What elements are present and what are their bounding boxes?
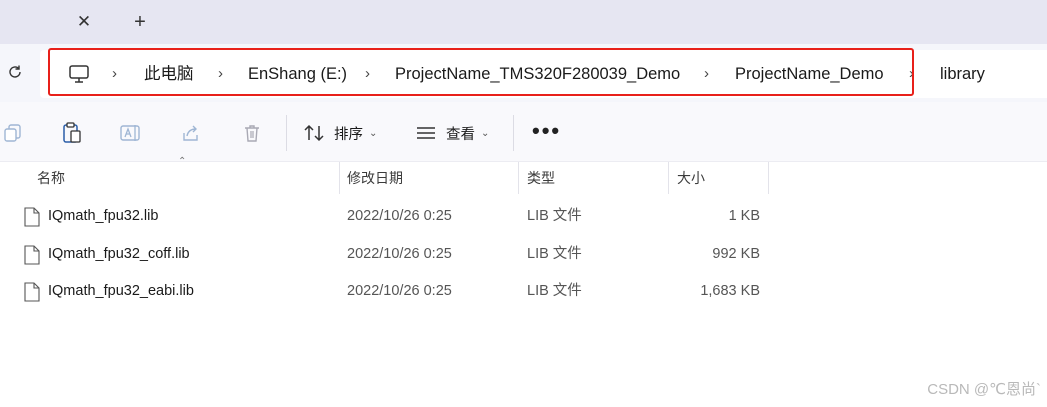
file-date: 2022/10/26 0:25 — [347, 283, 452, 299]
column-divider[interactable] — [768, 162, 769, 194]
file-row[interactable]: IQmath_fpu32_eabi.lib 2022/10/26 0:25 LI… — [0, 273, 780, 310]
column-header-name[interactable]: 名称 — [37, 162, 65, 194]
column-divider[interactable] — [668, 162, 669, 194]
file-icon — [24, 282, 40, 302]
copy-icon[interactable] — [2, 122, 24, 144]
file-size: 992 KB — [712, 246, 760, 262]
command-toolbar: 排序 ⌄ 查看 ⌄ ••• — [0, 102, 1047, 162]
column-divider[interactable] — [518, 162, 519, 194]
close-tab-button[interactable]: ✕ — [70, 10, 98, 34]
paste-icon[interactable] — [61, 122, 83, 144]
view-button[interactable]: 查看 ⌄ — [416, 120, 489, 146]
sort-icon — [304, 124, 326, 142]
file-size: 1 KB — [728, 208, 760, 224]
chevron-down-icon: ⌄ — [481, 127, 490, 139]
file-name: IQmath_fpu32_eabi.lib — [48, 283, 194, 299]
file-name: IQmath_fpu32.lib — [48, 208, 159, 224]
column-header-size[interactable]: 大小 — [677, 162, 705, 194]
file-type: LIB 文件 — [527, 208, 582, 224]
breadcrumb-separator[interactable]: › — [909, 63, 914, 85]
file-type: LIB 文件 — [527, 283, 582, 299]
sort-label: 排序 — [334, 126, 363, 143]
toolbar-divider — [286, 115, 287, 151]
breadcrumb-separator[interactable]: › — [112, 63, 117, 85]
tab-strip: ✕ + — [0, 0, 1047, 44]
chevron-down-icon: ⌄ — [369, 127, 378, 139]
breadcrumb-demo-folder[interactable]: ProjectName_Demo — [735, 63, 884, 85]
sort-button[interactable]: 排序 ⌄ — [304, 120, 377, 146]
file-row[interactable]: IQmath_fpu32.lib 2022/10/26 0:25 LIB 文件 … — [0, 198, 780, 235]
breadcrumb-separator[interactable]: › — [704, 63, 709, 85]
view-list-icon — [416, 126, 436, 140]
toolbar-divider — [513, 115, 514, 151]
share-icon[interactable] — [180, 122, 202, 144]
breadcrumb-library[interactable]: library — [940, 63, 985, 85]
breadcrumb-project-folder[interactable]: ProjectName_TMS320F280039_Demo — [395, 63, 680, 85]
delete-icon[interactable] — [241, 122, 263, 144]
file-type: LIB 文件 — [527, 246, 582, 262]
file-size: 1,683 KB — [700, 283, 760, 299]
breadcrumb-drive-e[interactable]: EnShang (E:) — [248, 63, 347, 85]
more-options-button[interactable]: ••• — [532, 119, 561, 143]
this-pc-icon[interactable] — [68, 65, 90, 83]
navigation-bar: › 此电脑 › EnShang (E:) › ProjectName_TMS32… — [0, 44, 1047, 102]
breadcrumb-separator[interactable]: › — [218, 63, 223, 85]
address-bar[interactable]: › 此电脑 › EnShang (E:) › ProjectName_TMS32… — [40, 50, 1047, 98]
file-date: 2022/10/26 0:25 — [347, 208, 452, 224]
file-icon — [24, 207, 40, 227]
watermark: CSDN @℃恩尚` — [927, 381, 1041, 398]
sort-ascending-icon: ⌃ — [178, 156, 187, 167]
file-row[interactable]: IQmath_fpu32_coff.lib 2022/10/26 0:25 LI… — [0, 236, 780, 273]
rename-icon[interactable] — [120, 122, 142, 144]
column-divider[interactable] — [339, 162, 340, 194]
column-header-type[interactable]: 类型 — [527, 162, 555, 194]
column-header-date[interactable]: 修改日期 — [347, 162, 403, 194]
file-date: 2022/10/26 0:25 — [347, 246, 452, 262]
view-label: 查看 — [446, 126, 475, 143]
new-tab-button[interactable]: + — [126, 10, 154, 34]
file-icon — [24, 245, 40, 265]
file-name: IQmath_fpu32_coff.lib — [48, 246, 190, 262]
breadcrumb-this-pc[interactable]: 此电脑 — [144, 63, 194, 85]
refresh-icon[interactable] — [4, 61, 26, 83]
breadcrumb-separator[interactable]: › — [365, 63, 370, 85]
